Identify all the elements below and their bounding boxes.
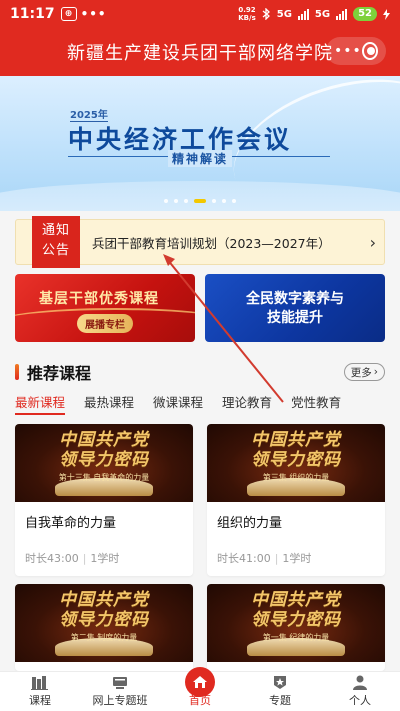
course-thumbnail: 中国共产党 领导力密码 第十三集 自我革命的力量 — [15, 424, 193, 502]
chevron-right-icon: › — [373, 366, 378, 378]
course-duration: 时长41:00 — [217, 552, 271, 565]
app-notification-icon: ⊕ — [60, 7, 77, 21]
banner-building-silhouette — [0, 181, 400, 211]
page-title: 新疆生产建设兵团干部网络学院 — [67, 43, 333, 64]
pager-dot[interactable] — [184, 199, 188, 203]
course-name: 组织的力量 — [217, 516, 283, 531]
home-icon — [185, 667, 215, 697]
course-card[interactable]: 中国共产党 领导力密码 第三集 组织的力量 组织的力量 时长41:00 | 1学时 — [207, 424, 385, 576]
section-accent-bar — [15, 364, 19, 380]
course-hours: 1学时 — [90, 552, 120, 565]
course-thumbnail: 中国共产党 领导力密码 第二集 制度的力量 — [15, 584, 193, 662]
course-meta: 时长41:00 | 1学时 — [217, 552, 312, 565]
more-dots-icon[interactable]: ••• — [334, 43, 362, 59]
pager-dot[interactable] — [232, 199, 236, 203]
status-indicators: 0.92 KB/s 5G 5G 52 — [238, 6, 390, 22]
nav-item-online-class[interactable]: 网上专题班 — [80, 672, 160, 711]
pager-dot[interactable] — [212, 199, 216, 203]
pager-dot[interactable] — [164, 199, 168, 203]
thumbnail-title: 中国共产党 领导力密码 — [251, 430, 341, 470]
notice-tag: 通知 公告 — [32, 216, 80, 268]
promo-card-grassroots[interactable]: 基层干部优秀课程 展播专栏 — [15, 274, 195, 342]
pager-dot[interactable] — [174, 199, 178, 203]
course-thumbnail: 中国共产党 领导力密码 第三集 组织的力量 — [207, 424, 385, 502]
thumbnail-subtitle: 第三集 组织的力量 — [262, 473, 330, 482]
signal-bars-icon-2 — [336, 8, 348, 20]
tab-1[interactable]: 最热课程 — [84, 389, 134, 415]
thumbnail-subtitle: 第二集 制度的力量 — [70, 633, 138, 642]
books-icon — [31, 676, 48, 690]
course-card[interactable]: 中国共产党 领导力密码 第十三集 自我革命的力量 自我革命的力量 时长43:00… — [15, 424, 193, 576]
notice-bar[interactable]: 通知 公告 兵团干部教育培训规划（2023—2027年） › — [15, 216, 385, 268]
miniapp-capsule: ••• — [326, 37, 386, 65]
notice-text[interactable]: 兵团干部教育培训规划（2023—2027年） — [92, 233, 331, 252]
status-time: 11:17 — [10, 6, 55, 22]
promo-pill: 展播专栏 — [77, 314, 133, 333]
thumbnail-title: 中国共产党 领导力密码 — [251, 590, 341, 630]
promo-title: 基层干部优秀课程 — [39, 291, 159, 307]
bolt-icon — [383, 8, 390, 20]
course-thumbnail: 中国共产党 领导力密码 第一集 纪律的力量 — [207, 584, 385, 662]
notification-dots: ••• — [80, 7, 107, 21]
thumbnail-title: 中国共产党 领导力密码 — [59, 430, 149, 470]
course-hours: 1学时 — [282, 552, 312, 565]
app-header: 新疆生产建设兵团干部网络学院 ••• — [0, 28, 400, 76]
bluetooth-icon — [262, 8, 270, 20]
tab-2[interactable]: 微课课程 — [153, 389, 203, 415]
recommend-section-header: 推荐课程 更多 › — [15, 360, 385, 384]
nav-item-courses[interactable]: 课程 — [0, 672, 80, 711]
course-name: 自我革命的力量 — [25, 516, 117, 531]
classroom-icon — [113, 677, 127, 689]
hero-banner[interactable]: 2025年 中央经济工作会议 精神解读 — [0, 76, 400, 211]
section-title: 推荐课程 — [27, 364, 92, 383]
tab-0[interactable]: 最新课程 — [15, 389, 66, 415]
thumbnail-subtitle: 第十三集 自我革命的力量 — [58, 473, 150, 482]
target-icon[interactable] — [361, 42, 378, 60]
pager-dot[interactable] — [222, 199, 226, 203]
course-meta: 时长43:00 | 1学时 — [25, 552, 120, 565]
course-duration: 时长43:00 — [25, 552, 79, 565]
chevron-right-icon[interactable]: › — [370, 233, 376, 252]
network-5g-label-2: 5G — [314, 8, 331, 20]
tab-3[interactable]: 理论教育 — [222, 389, 272, 415]
network-5g-label: 5G — [276, 8, 292, 20]
course-tabs: 最新课程 最热课程 微课课程 理论教育 党性教育 — [15, 389, 385, 415]
pager-dot-active[interactable] — [194, 199, 206, 203]
network-speed: 0.92 KB/s — [238, 6, 256, 22]
signal-bars-icon — [297, 8, 309, 20]
tab-4[interactable]: 党性教育 — [291, 389, 341, 415]
nav-item-topics[interactable]: 专题 — [240, 672, 320, 711]
course-card[interactable]: 中国共产党 领导力密码 第二集 制度的力量 — [15, 584, 193, 671]
promo-title: 全民数字素养与 技能提升 — [246, 291, 344, 326]
thumbnail-subtitle: 第一集 纪律的力量 — [262, 633, 330, 642]
promo-card-digital-literacy[interactable]: 全民数字素养与 技能提升 — [205, 274, 385, 342]
star-shield-icon — [274, 676, 286, 689]
battery-level: 52 — [353, 7, 377, 21]
course-card[interactable]: 中国共产党 领导力密码 第一集 纪律的力量 — [207, 584, 385, 671]
banner-pagination[interactable] — [0, 199, 400, 203]
nav-item-profile[interactable]: 个人 — [320, 672, 400, 711]
thumbnail-title: 中国共产党 领导力密码 — [59, 590, 149, 630]
status-bar: 11:17 ⊕ ••• 0.92 KB/s 5G 5G 52 — [0, 0, 400, 28]
bottom-nav: 课程 网上专题班 首页 专题 个人 — [0, 667, 400, 711]
person-icon — [353, 675, 367, 690]
banner-subtitle: 精神解读 — [168, 150, 233, 167]
more-button[interactable]: 更多 › — [343, 363, 385, 381]
nav-item-home[interactable]: 首页 — [160, 667, 240, 711]
